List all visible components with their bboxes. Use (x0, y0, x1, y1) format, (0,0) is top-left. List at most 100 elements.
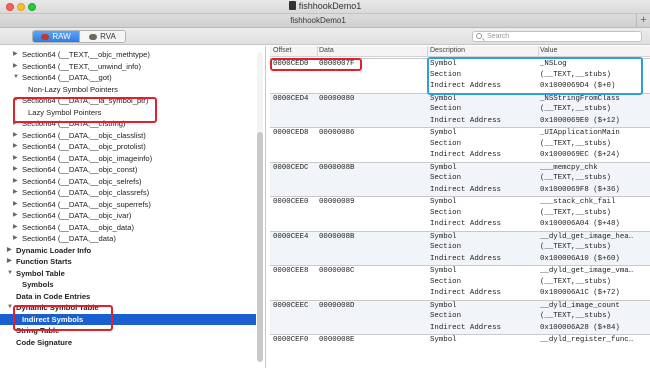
table-row[interactable]: Indirect Address 0x100006A28 ($+84) (270, 322, 650, 334)
sidebar-tree-item[interactable]: ▼ Section64 (__DATA,__la_symbol_ptr) (0, 95, 256, 107)
table-row[interactable]: Section (__TEXT,__stubs) (270, 173, 650, 185)
column-header-value[interactable]: Value (540, 47, 557, 54)
table-row[interactable]: Section (__TEXT,__stubs) (270, 242, 650, 254)
sidebar-item-label: Dynamic Symbol Table (16, 303, 99, 312)
sidebar-tree-item[interactable]: Lazy Symbol Pointers (0, 107, 256, 119)
table-row[interactable]: Indirect Address 0x1000069EC ($+24) (270, 150, 650, 162)
disclosure-collapsed-icon[interactable]: ▶ (7, 256, 13, 268)
disclosure-expanded-icon[interactable]: ▼ (7, 268, 13, 280)
table-row[interactable]: 0000CEE4 0000008B Symbol __dyld_get_image_h… (270, 230, 650, 242)
table-row[interactable]: Section (__TEXT,__stubs) (270, 104, 650, 116)
raw-mode-button[interactable]: RAW (33, 31, 79, 42)
sidebar-tree-item[interactable]: Non-Lazy Symbol Pointers (0, 84, 256, 96)
sidebar-tree-item[interactable]: ▶ Section64 (__DATA,__objc_protolist) (0, 141, 256, 153)
sidebar-tree-item[interactable]: ▶ Function Starts (0, 256, 256, 268)
sidebar-tree-item[interactable]: ▶ Section64 (__DATA,__objc_superrefs) (0, 199, 256, 211)
sidebar-item-label: Non-Lazy Symbol Pointers (28, 84, 118, 94)
sidebar-tree-item[interactable]: Symbols (0, 279, 256, 291)
column-header-data[interactable]: Data (319, 47, 334, 54)
sidebar-tree-item[interactable]: ▶ Section64 (__DATA,__objc_selrefs) (0, 176, 256, 188)
disclosure-collapsed-icon[interactable]: ▶ (13, 141, 19, 153)
column-header-offset[interactable]: Offset (273, 47, 292, 54)
document-tab[interactable]: fishhookDemo1 (0, 16, 636, 25)
table-row[interactable]: 0000CED8 00000086 Symbol _UIApplicationMain (270, 127, 650, 139)
sidebar-tree-item[interactable]: Data in Code Entries (0, 291, 256, 303)
description-cell: Indirect Address (430, 220, 501, 228)
disclosure-collapsed-icon[interactable]: ▶ (13, 222, 19, 234)
table-row[interactable]: 0000CED4 00000080 Symbol _NSStringFromClass (270, 92, 650, 104)
sidebar-tree-item[interactable]: ▶ Section64 (__TEXT,__objc_methtype) (0, 49, 256, 61)
sidebar-scrollbar[interactable] (257, 52, 263, 362)
table-row[interactable]: Indirect Address 0x1000069F8 ($+36) (270, 184, 650, 196)
sidebar-tree-item[interactable]: Code Signature (0, 337, 256, 349)
sidebar-item-label: Section64 (__DATA,__objc_protolist) (22, 142, 146, 151)
sidebar-tree-item[interactable]: ▼ Dynamic Symbol Table (0, 302, 256, 314)
table-row[interactable]: 0000CEE0 00000089 Symbol ___stack_chk_fail (270, 196, 650, 208)
table-row[interactable]: Indirect Address 0x100006A04 ($+48) (270, 219, 650, 231)
sidebar-tree-item[interactable]: ▶ Section64 (__DATA,__data) (0, 233, 256, 245)
sidebar-tree-item[interactable]: ▼ Symbol Table (0, 268, 256, 280)
disclosure-collapsed-icon[interactable]: ▶ (13, 233, 19, 245)
disclosure-collapsed-icon[interactable]: ▶ (13, 199, 19, 211)
table-row[interactable]: Section (__TEXT,__stubs) (270, 70, 650, 82)
disclosure-expanded-icon[interactable]: ▼ (7, 302, 13, 314)
bug-icon (41, 33, 50, 40)
value-cell: 0x100006A1C ($+72) (540, 289, 620, 297)
sidebar-tree-item[interactable]: ▶ Section64 (__TEXT,__unwind_info) (0, 61, 256, 73)
value-cell: 0x1000069EC ($+24) (540, 151, 620, 159)
sidebar-tree-item[interactable]: ▶ Section64 (__DATA,__objc_classrefs) (0, 187, 256, 199)
add-tab-button[interactable]: + (636, 14, 650, 28)
document-icon (288, 1, 296, 10)
table-row[interactable]: 0000CEE8 0000008C Symbol __dyld_get_image_v… (270, 265, 650, 277)
disclosure-collapsed-icon[interactable]: ▶ (13, 49, 19, 61)
disclosure-expanded-icon[interactable]: ▼ (13, 72, 19, 84)
sidebar-tree-item[interactable]: ▶ Section64 (__DATA,__cfstring) (0, 118, 256, 130)
value-cell: (__TEXT,__stubs) (540, 139, 611, 148)
sidebar-tree-item[interactable]: ▼ Section64 (__DATA,__got) (0, 72, 256, 84)
sidebar-tree-item[interactable]: ▶ Section64 (__DATA,__objc_imageinfo) (0, 153, 256, 165)
value-cell: (__TEXT,__stubs) (540, 312, 611, 320)
table-row[interactable]: 0000CEEC 0000008D Symbol __dyld_image_count (270, 299, 650, 311)
table-row[interactable]: Section (__TEXT,__stubs) (270, 139, 650, 151)
sidebar-tree-item[interactable]: String Table (0, 325, 256, 337)
sidebar-tree-item[interactable]: ▶ Section64 (__DATA,__objc_ivar) (0, 210, 256, 222)
disclosure-collapsed-icon[interactable]: ▶ (13, 164, 19, 176)
table-row[interactable]: 0000CEF0 0000008E Symbol __dyld_register_fu… (270, 334, 650, 346)
title-bar: fishhookDemo1 (0, 0, 650, 14)
search-field[interactable]: Search (472, 31, 642, 42)
sidebar-scroll-thumb[interactable] (257, 132, 263, 362)
table-row[interactable]: 0000CED0 0000007F Symbol _NSLog (270, 58, 650, 70)
description-cell: Indirect Address (430, 116, 501, 125)
disclosure-collapsed-icon[interactable]: ▶ (7, 245, 13, 257)
address-mode-segmented-control: RAW RVA (32, 30, 126, 43)
sidebar-tree-item[interactable]: Indirect Symbols (0, 313, 256, 325)
table-row[interactable]: 0000CEDC 0000008B Symbol ___memcpy_chk (270, 161, 650, 173)
sidebar-tree-item[interactable]: ▶ Section64 (__DATA,__objc_data) (0, 222, 256, 234)
table-row[interactable]: Indirect Address 0x1000069D4 ($+0) (270, 81, 650, 93)
description-cell: Indirect Address (430, 323, 501, 332)
sidebar-tree-item[interactable]: ▶ Section64 (__DATA,__objc_const) (0, 164, 256, 176)
disclosure-collapsed-icon[interactable]: ▶ (13, 61, 19, 73)
table-row[interactable]: Indirect Address 0x100006A1C ($+72) (270, 288, 650, 300)
disclosure-collapsed-icon[interactable]: ▶ (13, 118, 19, 130)
sidebar-item-label: Section64 (__DATA,__got) (22, 73, 112, 82)
sidebar-item-label: Section64 (__DATA,__cfstring) (22, 119, 126, 128)
disclosure-collapsed-icon[interactable]: ▶ (13, 153, 19, 165)
disclosure-collapsed-icon[interactable]: ▶ (13, 130, 19, 142)
disclosure-collapsed-icon[interactable]: ▶ (13, 187, 19, 199)
disclosure-collapsed-icon[interactable]: ▶ (13, 210, 19, 222)
table-row[interactable]: Indirect Address 0x1000069E0 ($+12) (270, 115, 650, 127)
table-row[interactable]: Section (__TEXT,__stubs) (270, 311, 650, 323)
disclosure-collapsed-icon[interactable]: ▶ (13, 176, 19, 188)
table-row[interactable]: Section (__TEXT,__stubs) (270, 208, 650, 220)
value-cell: (__TEXT,__stubs) (540, 70, 611, 79)
sidebar-item-label: Section64 (__DATA,__data) (22, 234, 116, 243)
column-header-description[interactable]: Description (430, 47, 465, 54)
sidebar-tree-item[interactable]: ▶ Section64 (__DATA,__objc_classlist) (0, 130, 256, 142)
rva-mode-button[interactable]: RVA (79, 31, 125, 42)
window-title: fishhookDemo1 (0, 1, 650, 11)
disclosure-expanded-icon[interactable]: ▼ (13, 95, 19, 107)
sidebar-tree-item[interactable]: ▶ Dynamic Loader Info (0, 245, 256, 257)
table-row[interactable]: Indirect Address 0x100006A10 ($+60) (270, 253, 650, 265)
table-row[interactable]: Section (__TEXT,__stubs) (270, 277, 650, 289)
